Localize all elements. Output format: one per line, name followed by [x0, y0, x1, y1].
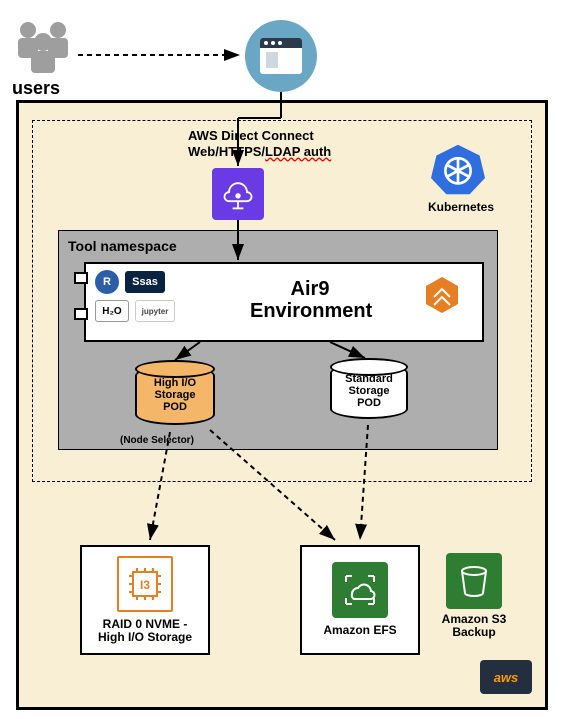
aws-logo-icon: aws — [480, 660, 532, 694]
users-icon — [8, 18, 78, 73]
kubernetes-label: Kubernetes — [416, 200, 506, 214]
tool-icons-group: R Ssas H₂O jupyter — [95, 270, 175, 322]
efs-label: Amazon EFS — [323, 624, 396, 637]
orange-hexagon-icon — [422, 275, 462, 315]
high-io-storage-pod: High I/O Storage POD — [135, 365, 215, 425]
tool-namespace-title: Tool namespace — [68, 238, 177, 254]
s3-bucket-icon — [446, 553, 502, 609]
r-logo-icon: R — [95, 270, 119, 294]
svg-text:I3: I3 — [140, 578, 150, 592]
sas-logo-icon: Ssas — [125, 271, 165, 293]
browser-window-icon — [245, 20, 317, 92]
direct-connect-label: AWS Direct Connect — [188, 128, 331, 144]
h2o-logo-icon: H₂O — [95, 300, 129, 322]
raid-label: RAID 0 NVME - High I/O Storage — [88, 618, 202, 644]
cpu-chip-icon: I3 — [117, 556, 173, 612]
amazon-efs-box: Amazon EFS — [300, 545, 420, 655]
ldap-auth-label: LDAP auth — [265, 144, 331, 159]
efs-cloud-icon — [332, 562, 388, 618]
node-selector-label: (Node Selector) — [120, 435, 194, 446]
connection-labels: AWS Direct Connect Web/HTTPS/LDAP auth — [188, 128, 331, 159]
pod-connector-icon — [74, 272, 88, 284]
cloud-gateway-icon — [212, 168, 264, 220]
amazon-s3-block: Amazon S3 Backup — [432, 553, 516, 639]
web-https-label: Web/HTTPS/ — [188, 144, 265, 159]
raid-storage-box: I3 RAID 0 NVME - High I/O Storage — [80, 545, 210, 655]
users-label: users — [12, 78, 60, 99]
jupyter-logo-icon: jupyter — [135, 300, 175, 322]
s3-label: Amazon S3 Backup — [432, 613, 516, 639]
air9-title: Air9 Environment — [250, 278, 370, 322]
standard-storage-pod: Standard Storage POD — [330, 363, 408, 419]
architecture-diagram: users AWS Direct Connect Web/HTTPS/LDAP … — [0, 0, 564, 719]
kubernetes-wheel-icon — [428, 142, 488, 202]
pod-connector-icon — [74, 308, 88, 320]
